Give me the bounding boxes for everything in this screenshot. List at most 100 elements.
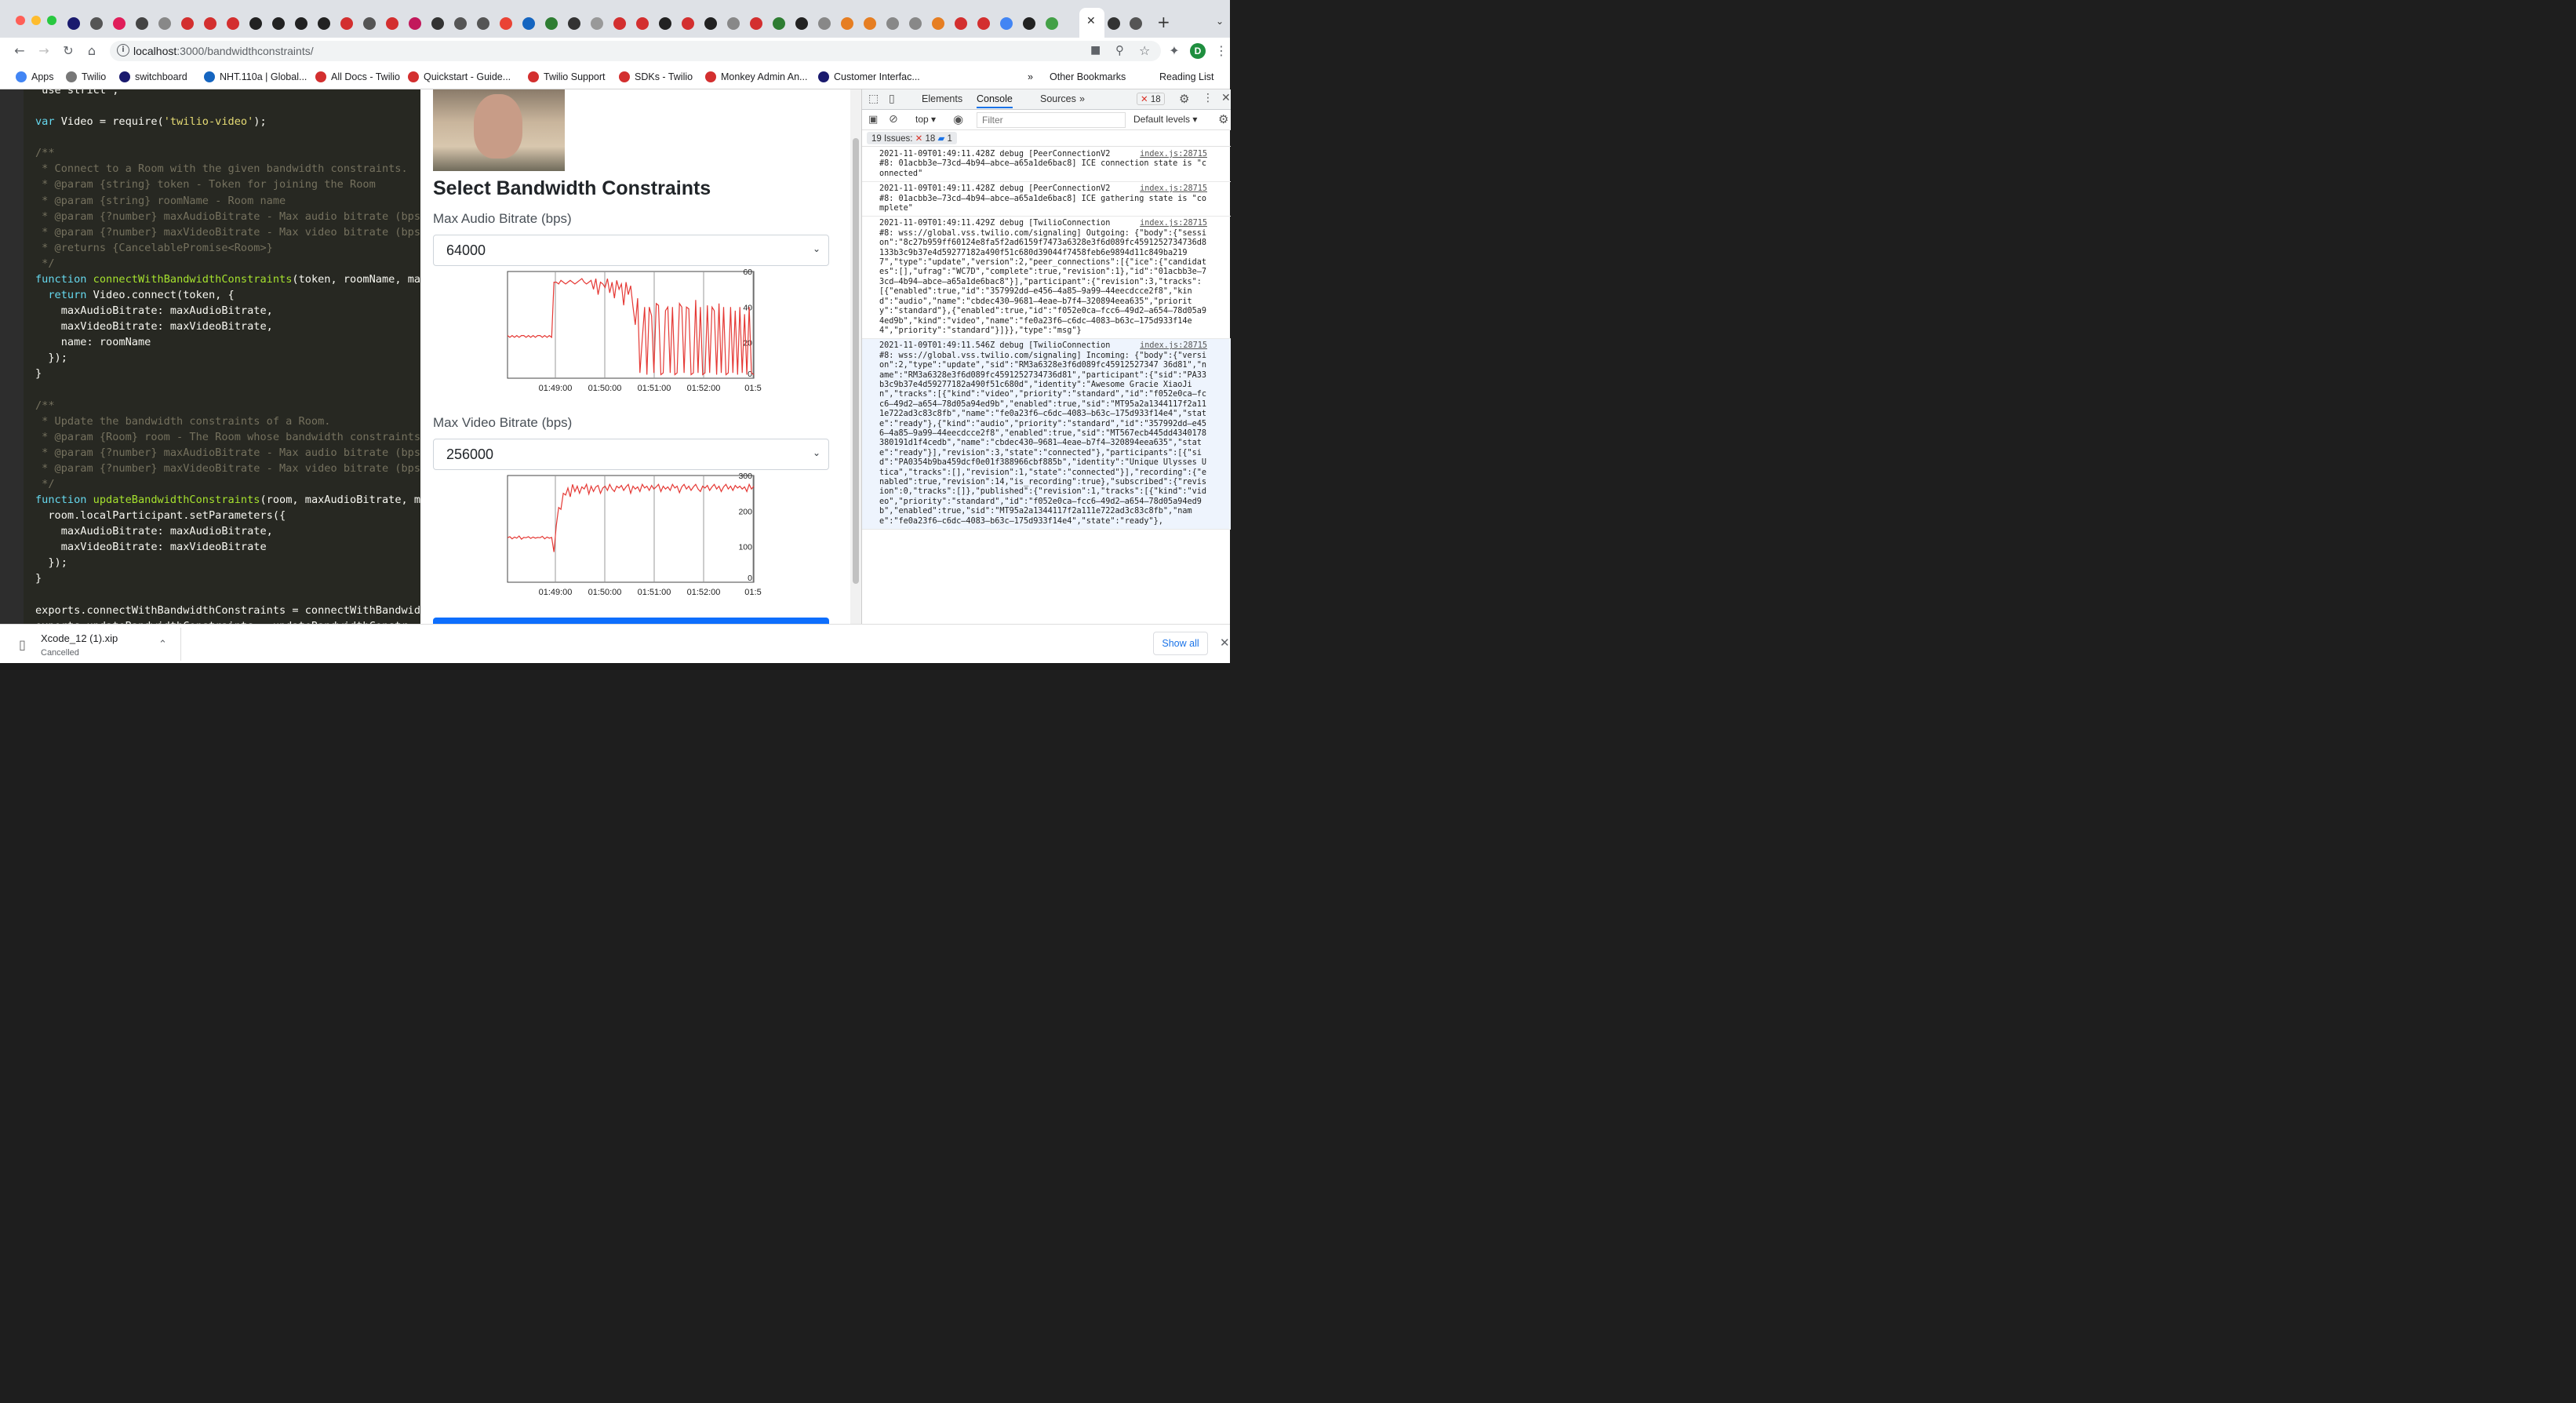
tab-active[interactable]: ✕ [1079,8,1104,38]
tab-favicon-icon[interactable] [955,17,967,30]
context-select[interactable]: top ▾ [915,114,936,125]
tab-favicon-icon[interactable] [454,17,467,30]
close-devtools-icon[interactable]: ✕ [1221,92,1231,104]
maximize-window-button[interactable] [47,16,56,25]
tab-favicon-icon[interactable] [227,17,239,30]
more-tabs-button[interactable]: » [1079,93,1085,104]
tab-favicon-icon[interactable] [909,17,922,30]
settings-icon[interactable]: ⚙ [1179,92,1189,106]
device-toolbar-icon[interactable]: ▯ [889,93,895,105]
source-link[interactable]: index.js:28715 [1140,219,1207,228]
menu-icon[interactable]: ⋮ [1213,42,1230,60]
extensions-icon[interactable]: ✦ [1166,42,1183,60]
home-icon[interactable]: ⌂ [83,42,100,60]
tab-favicon-icon[interactable] [136,17,148,30]
tab-favicon-icon[interactable] [204,17,216,30]
tab-favicon-icon[interactable] [1108,17,1120,30]
close-shelf-icon[interactable]: ✕ [1220,636,1230,650]
tab-favicon-icon[interactable] [886,17,899,30]
tab-favicon-icon[interactable] [795,17,808,30]
issues-bar[interactable]: 19 Issues: ✕ 18 ▰ 1 [862,130,1231,147]
tab-favicon-icon[interactable] [727,17,740,30]
back-icon[interactable]: ← [11,42,28,60]
tab-favicon-icon[interactable] [591,17,603,30]
tab-favicon-icon[interactable] [363,17,376,30]
tab-favicon-icon[interactable] [318,17,330,30]
tab-favicon-icon[interactable] [158,17,171,30]
tab-favicon-icon[interactable] [90,17,103,30]
close-window-button[interactable] [16,16,25,25]
tab-favicon-icon[interactable] [431,17,444,30]
camera-icon[interactable]: ■ [1090,44,1101,56]
bookmark-item[interactable]: Quickstart - Guide... [408,70,511,84]
tab-favicon-icon[interactable] [181,17,194,30]
tab-favicon-icon[interactable] [1023,17,1035,30]
source-link[interactable]: index.js:28715 [1140,150,1207,159]
console-log[interactable]: 2021-11-09T01:49:11.428Z debug [PeerConn… [862,148,1231,624]
more-bookmarks-button[interactable]: » [1028,70,1033,84]
tab-favicon-icon[interactable] [773,17,785,30]
video-bitrate-select[interactable]: 256000 ⌄ [433,439,829,470]
tab-favicon-icon[interactable] [409,17,421,30]
tab-favicon-icon[interactable] [818,17,831,30]
tab-console[interactable]: Console [977,93,1013,108]
tab-favicon-icon[interactable] [704,17,717,30]
more-options-icon[interactable]: ⋮ [1202,92,1213,104]
code-editor[interactable]: use strict ; var Video = require('twilio… [24,89,420,624]
download-filename[interactable]: Xcode_12 (1).xip [41,632,118,644]
tab-favicon-icon[interactable] [295,17,307,30]
zoom-icon[interactable]: ⚲ [1115,43,1124,57]
tab-favicon-icon[interactable] [568,17,580,30]
info-icon[interactable]: i [117,44,129,56]
filter-input[interactable]: Filter [977,112,1126,128]
show-all-button[interactable]: Show all [1153,632,1208,655]
tab-sources[interactable]: Sources [1040,93,1076,104]
other-bookmarks[interactable]: Other Bookmarks [1050,70,1126,84]
clear-console-icon[interactable]: ⊘ [889,113,898,126]
tab-favicon-icon[interactable] [340,17,353,30]
console-settings-icon[interactable]: ⚙ [1218,112,1228,126]
bookmark-item[interactable]: SDKs - Twilio [619,70,693,84]
scrollbar-thumb[interactable] [853,138,859,584]
star-icon[interactable]: ☆ [1139,43,1150,58]
tab-favicon-icon[interactable] [841,17,853,30]
address-bar[interactable]: i localhost:3000/bandwidthconstraints/ ■… [110,41,1161,61]
tab-elements[interactable]: Elements [922,93,962,104]
new-tab-button[interactable]: + [1157,13,1170,31]
tab-favicon-icon[interactable] [1046,17,1058,30]
tab-favicon-icon[interactable] [1000,17,1013,30]
tab-favicon-icon[interactable] [477,17,489,30]
tab-favicon-icon[interactable] [522,17,535,30]
forward-icon[interactable]: → [35,42,53,60]
close-tab-icon[interactable]: ✕ [1086,15,1096,27]
primary-button[interactable] [433,618,829,624]
tab-favicon-icon[interactable] [1130,17,1142,30]
source-link[interactable]: index.js:28715 [1140,184,1207,194]
console-entry[interactable]: 2021-11-09T01:49:11.428Z debug [PeerConn… [862,182,1231,217]
bookmark-item[interactable]: Monkey Admin An... [705,70,807,84]
tab-favicon-icon[interactable] [113,17,126,30]
reading-list[interactable]: Reading List [1159,70,1214,84]
log-levels-select[interactable]: Default levels ▾ [1133,114,1197,125]
reload-icon[interactable]: ↻ [60,42,77,60]
tab-favicon-icon[interactable] [272,17,285,30]
tab-favicon-icon[interactable] [659,17,671,30]
tab-favicon-icon[interactable] [386,17,398,30]
bookmark-item[interactable]: switchboard [119,70,187,84]
audio-bitrate-select[interactable]: 64000 ⌄ [433,235,829,266]
bookmark-item[interactable]: Customer Interfac... [818,70,920,84]
bookmark-item[interactable]: Twilio [66,70,106,84]
minimize-window-button[interactable] [31,16,41,25]
tab-favicon-icon[interactable] [500,17,512,30]
error-badge[interactable]: ✕ 18 [1137,93,1165,105]
tab-favicon-icon[interactable] [682,17,694,30]
inspect-icon[interactable]: ⬚ [868,93,879,105]
sidebar-toggle-icon[interactable]: ▣ [868,114,878,126]
profile-avatar[interactable]: D [1190,43,1206,59]
chevron-up-icon[interactable]: ⌃ [158,639,167,650]
console-entry[interactable]: 2021-11-09T01:49:11.546Z debug [TwilioCo… [862,339,1231,530]
tab-search-icon[interactable]: ⌄ [1216,16,1224,27]
page-scrollbar[interactable] [850,89,861,624]
tab-favicon-icon[interactable] [750,17,762,30]
tab-favicon-icon[interactable] [636,17,649,30]
